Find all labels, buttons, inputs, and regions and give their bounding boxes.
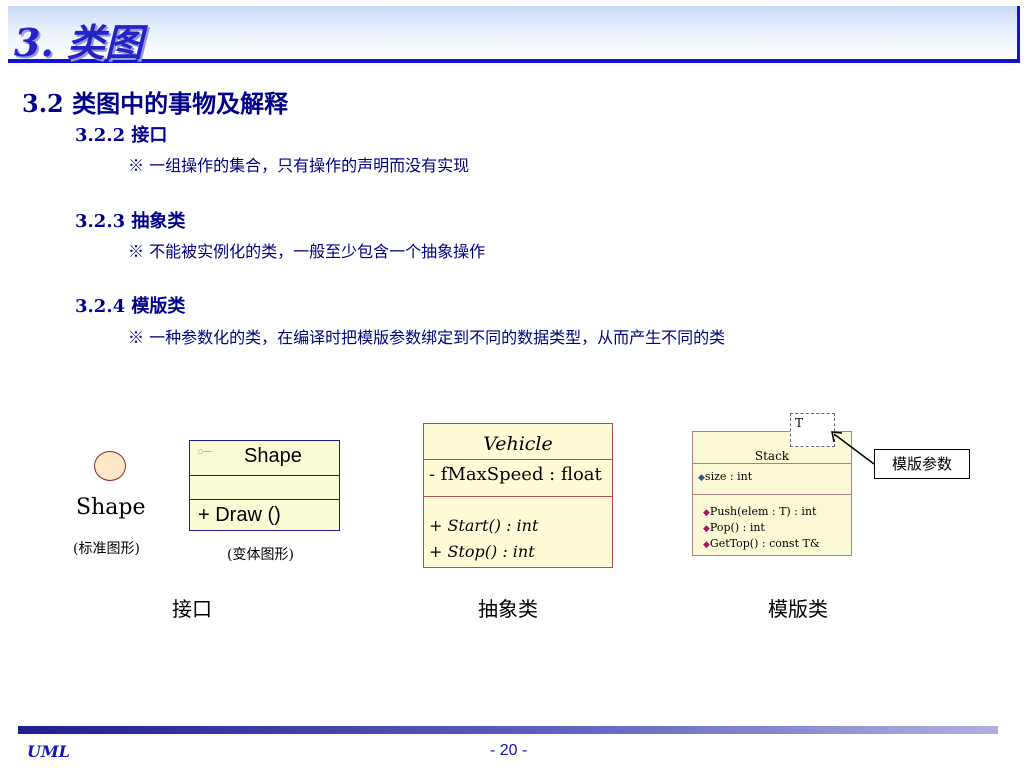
template-class-operation: Push(elem : T) : int <box>709 505 817 518</box>
interface-variant-box: ○─ Shape + Draw () <box>189 440 340 531</box>
interface-caption: 接口 <box>172 597 212 621</box>
page-number: - 20 - <box>490 742 528 759</box>
abstract-divider-1 <box>424 459 612 460</box>
interface-small-icon: ○─ <box>197 446 212 458</box>
operation-icon: ◆ <box>703 524 710 534</box>
slide-title: 3. 类图 <box>14 20 143 65</box>
abstract-divider-2 <box>424 496 612 497</box>
subsection-desc-interface: ※ 一组操作的集合，只有操作的声明而没有实现 <box>128 156 470 175</box>
template-class-attribute: size : int <box>704 470 753 483</box>
attribute-icon: ◆ <box>698 473 705 483</box>
title-bar <box>8 6 1020 63</box>
footer-bar <box>18 726 998 734</box>
interface-standard-label: Shape <box>76 495 146 520</box>
subsection-desc-abstract: ※ 不能被实例化的类，一般至少包含一个抽象操作 <box>128 242 486 261</box>
subsection-heading-template: 3.2.4 模版类 <box>75 296 186 317</box>
variant-attribute-compartment <box>190 475 339 500</box>
callout-arrow-icon <box>831 431 875 465</box>
template-class-operation: Pop() : int <box>709 521 765 534</box>
subsection-heading-interface: 3.2.2 接口 <box>75 125 168 146</box>
template-parameter-callout: 模版参数 <box>874 449 970 479</box>
interface-variant-name: Shape <box>244 445 302 467</box>
interface-variant-caption: (变体图形) <box>227 547 294 563</box>
interface-variant-operation: + Draw () <box>198 504 281 526</box>
subsection-desc-template: ※ 一种参数化的类，在编译时把模版参数绑定到不同的数据类型，从而产生不同的类 <box>128 328 726 347</box>
template-parameter-label: T <box>795 416 804 430</box>
abstract-class-caption: 抽象类 <box>478 597 538 621</box>
abstract-class-attribute: - fMaxSpeed : float <box>429 464 602 485</box>
interface-lollipop-icon <box>94 451 126 481</box>
abstract-class-operation: + Stop() : int <box>429 542 535 561</box>
template-class-operation: GetTop() : const T& <box>709 537 820 550</box>
template-class-caption: 模版类 <box>768 597 828 621</box>
template-divider-2 <box>693 494 851 495</box>
abstract-class-box: Vehicle - fMaxSpeed : float + Start() : … <box>423 423 613 568</box>
interface-standard-caption: (标准图形) <box>73 541 140 557</box>
subsection-heading-abstract: 3.2.3 抽象类 <box>75 211 186 232</box>
section-heading: 3.2 类图中的事物及解释 <box>22 89 289 118</box>
operation-icon: ◆ <box>703 508 710 518</box>
footer-label: UML <box>27 742 70 761</box>
operation-icon: ◆ <box>703 540 710 550</box>
abstract-class-name: Vehicle <box>483 433 553 455</box>
abstract-class-operation: + Start() : int <box>429 516 539 535</box>
